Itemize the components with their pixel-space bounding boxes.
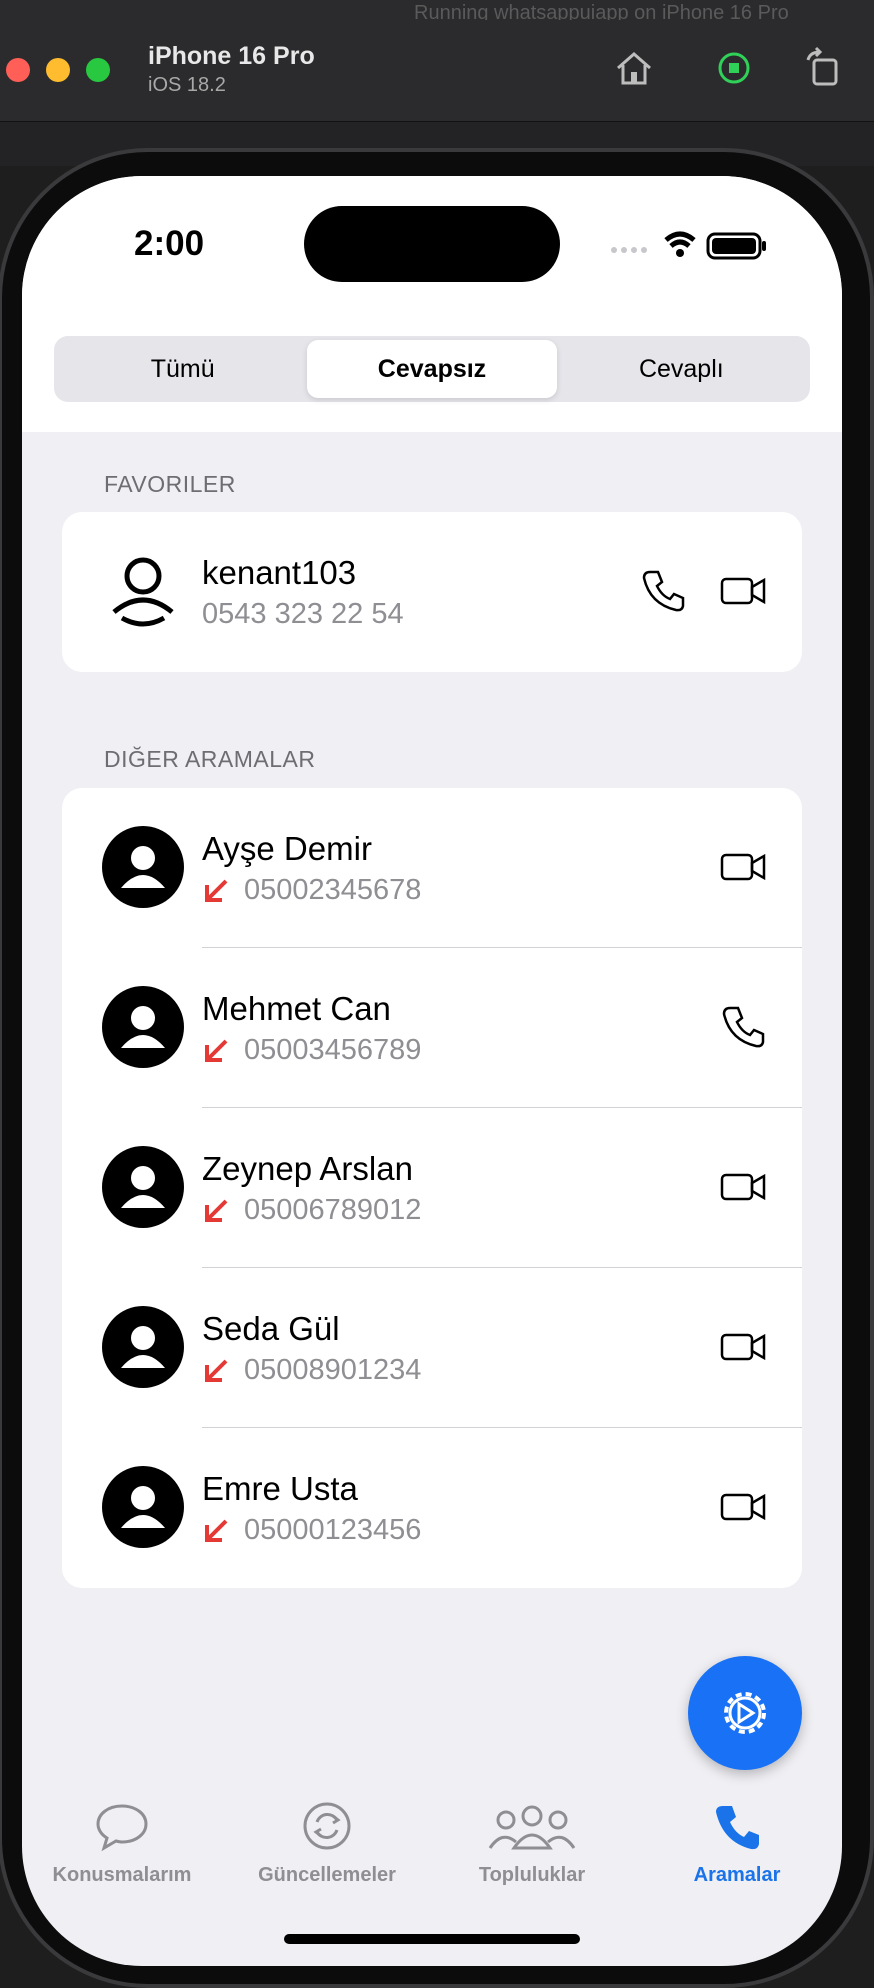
missed-call-arrow-icon [205, 1519, 228, 1542]
person-outline-icon [102, 550, 184, 632]
cellular-icon [611, 247, 647, 253]
avatar-icon [102, 1466, 184, 1548]
tab-chats[interactable]: Konusmalarım [22, 1786, 222, 1896]
other-calls-card: Ayşe Demir 05002345678 Mehmet Can 050034… [62, 788, 802, 1588]
tab-calls[interactable]: Aramalar [637, 1786, 837, 1896]
avatar-icon [102, 1306, 184, 1388]
call-name: Emre Usta [202, 1470, 358, 1507]
video-camera-icon[interactable] [718, 842, 768, 892]
call-row[interactable]: Ayşe Demir 05002345678 [62, 788, 802, 948]
gear-icon [724, 1692, 766, 1734]
missed-call-arrow-icon [205, 879, 228, 902]
minimize-window-button[interactable] [46, 58, 70, 82]
favorites-header: FAVORILER [104, 471, 236, 497]
top-area: 2:00 Tümü Cevapsız Cevaplı [22, 176, 842, 432]
segment-missed[interactable]: Cevapsız [307, 340, 557, 398]
zoom-window-button[interactable] [86, 58, 110, 82]
tab-communities-label: Topluluklar [478, 1864, 586, 1886]
call-phone: 05003456789 [244, 1034, 422, 1066]
video-camera-icon[interactable] [718, 1322, 768, 1372]
dynamic-island [304, 206, 560, 282]
wifi-icon [664, 231, 696, 257]
simulator-os-version: iOS 18.2 [148, 74, 226, 96]
segment-all[interactable]: Tümü [58, 340, 307, 398]
video-camera-icon[interactable] [718, 566, 768, 616]
call-detail: 05000123456 [202, 1514, 421, 1547]
missed-call-arrow-icon [205, 1199, 228, 1222]
call-detail: 05006789012 [202, 1194, 421, 1227]
call-phone: 05006789012 [244, 1194, 422, 1226]
phone-icon[interactable] [718, 1002, 768, 1052]
rotate-icon[interactable] [802, 46, 846, 90]
simulator-running-text: Running whatsappuiapp on iPhone 16 Pro [414, 2, 789, 20]
call-filter-segmented-control: Tümü Cevapsız Cevaplı [54, 336, 810, 402]
home-indicator [284, 1934, 580, 1944]
tab-updates[interactable]: Güncellemeler [227, 1786, 427, 1896]
call-name: Seda Gül [202, 1310, 340, 1347]
record-icon[interactable] [712, 46, 756, 90]
video-camera-icon[interactable] [718, 1162, 768, 1212]
device-screen: 2:00 Tümü Cevapsız Cevaplı FAVORILER ken… [22, 176, 842, 1966]
call-row[interactable]: Mehmet Can 05003456789 [62, 948, 802, 1108]
call-phone: 05000123456 [244, 1514, 422, 1546]
status-icons [608, 228, 778, 264]
tab-chats-label: Konusmalarım [52, 1864, 192, 1886]
avatar-icon [102, 826, 184, 908]
call-name: Mehmet Can [202, 990, 391, 1027]
status-time: 2:00 [134, 224, 205, 263]
call-detail: 05008901234 [202, 1354, 421, 1387]
call-detail: 05002345678 [202, 874, 421, 907]
call-row[interactable]: Zeynep Arslan 05006789012 [62, 1108, 802, 1268]
favorites-card: kenant103 0543 323 22 54 [62, 512, 802, 672]
call-name: Zeynep Arslan [202, 1150, 413, 1187]
favorite-name: kenant103 [202, 554, 357, 591]
chat-bubble-icon [96, 1804, 148, 1852]
missed-call-arrow-icon [205, 1039, 228, 1062]
phone-icon[interactable] [638, 566, 688, 616]
call-detail: 05003456789 [202, 1034, 421, 1067]
call-phone: 05008901234 [244, 1354, 422, 1386]
communities-icon [488, 1805, 576, 1850]
phone-icon [716, 1806, 759, 1850]
call-row[interactable]: Seda Gül 05008901234 [62, 1268, 802, 1428]
battery-icon [706, 232, 766, 260]
tab-updates-label: Güncellemeler [258, 1864, 396, 1886]
home-icon[interactable] [612, 46, 656, 90]
close-window-button[interactable] [6, 58, 30, 82]
tab-calls-label: Aramalar [693, 1864, 781, 1886]
missed-call-arrow-icon [205, 1359, 228, 1382]
favorite-row[interactable]: kenant103 0543 323 22 54 [62, 512, 802, 672]
tab-communities[interactable]: Topluluklar [432, 1786, 632, 1896]
video-camera-icon[interactable] [718, 1482, 768, 1532]
call-name: Ayşe Demir [202, 830, 372, 867]
call-phone: 05002345678 [244, 874, 422, 906]
other-calls-header: DIĞER ARAMALAR [104, 746, 316, 772]
segment-answered[interactable]: Cevaplı [557, 340, 806, 398]
favorite-phone: 0543 323 22 54 [202, 598, 404, 630]
simulator-device-title: iPhone 16 Pro [148, 42, 315, 70]
call-row[interactable]: Emre Usta 05000123456 [62, 1428, 802, 1588]
simulator-titlebar: Running whatsappuiapp on iPhone 16 Pro i… [0, 0, 874, 122]
updates-icon [303, 1802, 351, 1850]
avatar-icon [102, 1146, 184, 1228]
settings-fab-button[interactable] [688, 1656, 802, 1770]
avatar-icon [102, 986, 184, 1068]
